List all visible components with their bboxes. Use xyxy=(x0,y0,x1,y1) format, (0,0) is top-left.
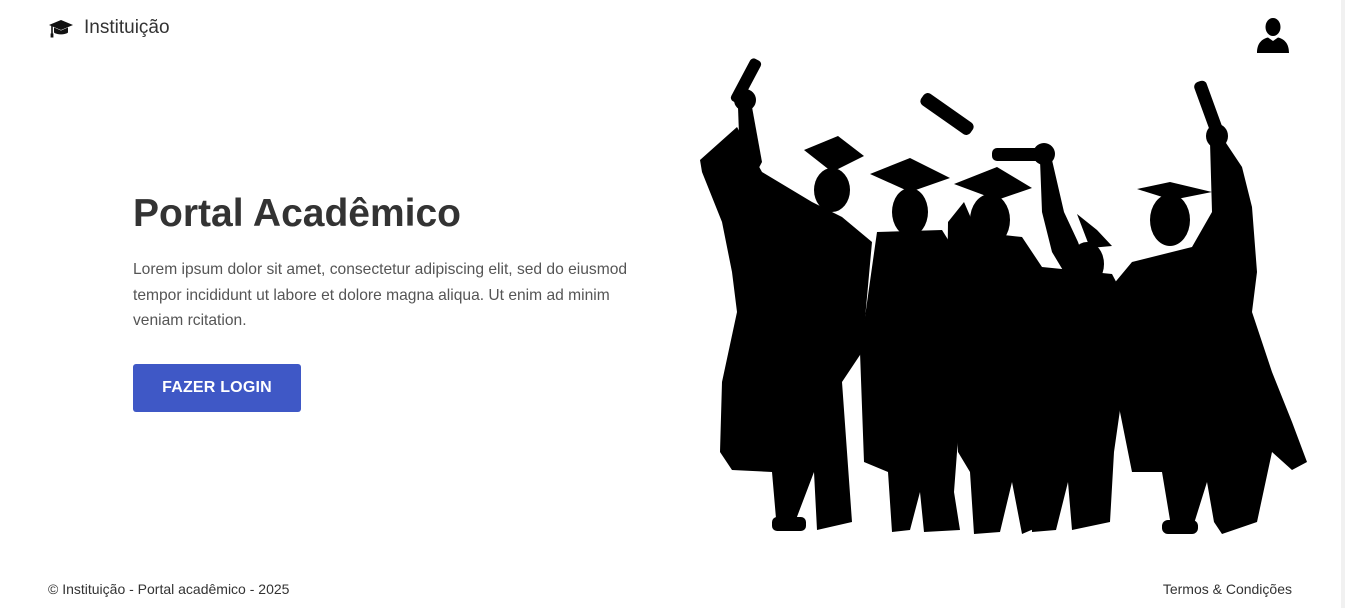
brand-name: Instituição xyxy=(84,17,170,38)
page-title: Portal Acadêmico xyxy=(133,192,461,235)
graduates-silhouette xyxy=(700,58,1307,534)
user-icon xyxy=(1254,16,1292,54)
graduates-illustration xyxy=(692,52,1312,547)
graduation-cap-icon xyxy=(48,17,74,39)
brand-link[interactable]: Instituição xyxy=(48,14,170,42)
hero-text: Portal Acadêmico Lorem ipsum dolor sit a… xyxy=(133,190,653,334)
user-account-button[interactable] xyxy=(1254,16,1292,54)
landing-page: Instituição Portal Acadêmico Lorem ipsum… xyxy=(0,0,1345,608)
scrollbar-track[interactable] xyxy=(1341,0,1345,608)
copyright-text: © Instituição - Portal acadêmico - 2025 xyxy=(48,581,290,597)
login-button[interactable]: FAZER LOGIN xyxy=(133,364,301,412)
hero-description: Lorem ipsum dolor sit amet, consectetur … xyxy=(133,261,628,329)
terms-link[interactable]: Termos & Condições xyxy=(1163,581,1292,597)
